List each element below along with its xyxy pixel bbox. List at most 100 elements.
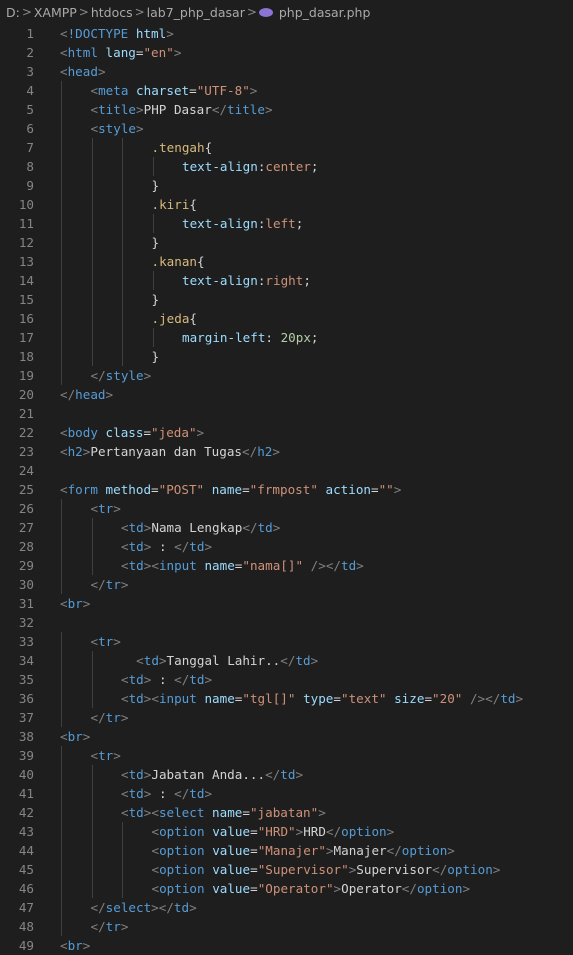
code-line[interactable]: 30 </tr> bbox=[0, 575, 573, 594]
line-number: 48 bbox=[18, 919, 34, 934]
code-text: <head> bbox=[60, 62, 106, 81]
indent-guide bbox=[61, 898, 62, 917]
code-line[interactable]: 45 <option value="Supervisor">Supervisor<… bbox=[0, 860, 573, 879]
code-line[interactable]: 2 <html lang="en"> bbox=[0, 43, 573, 62]
code-text: <h2>Pertanyaan dan Tugas</h2> bbox=[60, 442, 280, 461]
code-token: td bbox=[128, 672, 144, 687]
code-line[interactable]: 44 <option value="Manajer">Manajer</optio… bbox=[0, 841, 573, 860]
code-line[interactable]: 11 text-align:left; bbox=[0, 214, 573, 233]
code-line[interactable]: 16 .jeda{ bbox=[0, 309, 573, 328]
code-line[interactable]: 10 .kiri{ bbox=[0, 195, 573, 214]
code-token: HRD bbox=[303, 824, 326, 839]
code-line[interactable]: 26 <tr> bbox=[0, 499, 573, 518]
code-token: </ bbox=[90, 577, 106, 592]
indent-guide bbox=[61, 309, 62, 328]
code-line[interactable]: 9} bbox=[0, 176, 573, 195]
breadcrumb-folder[interactable]: lab7_php_dasar bbox=[147, 5, 245, 20]
code-line[interactable]: 38 <br> bbox=[0, 727, 573, 746]
code-text: </tr> bbox=[91, 917, 129, 936]
code-line[interactable]: 25 <form method="POST" name="frmpost" act… bbox=[0, 480, 573, 499]
code-token: > bbox=[120, 919, 129, 934]
code-area[interactable]: 1 <!DOCTYPE html> 2 <html lang="en"> 3 <head>… bbox=[0, 24, 573, 955]
indent-guide bbox=[122, 822, 123, 841]
code-line[interactable]: 7 .tengah{ bbox=[0, 138, 573, 157]
code-token: </ bbox=[174, 539, 190, 554]
indent-guide bbox=[122, 841, 123, 860]
code-line[interactable]: 4 <meta charset="UTF-8"> bbox=[0, 81, 573, 100]
code-line[interactable]: 21 bbox=[0, 404, 573, 423]
code-token: option bbox=[341, 824, 387, 839]
code-line[interactable]: 31 <br> bbox=[0, 594, 573, 613]
code-token: { bbox=[197, 254, 205, 269]
code-line[interactable]: 41 <td> : </td> bbox=[0, 784, 573, 803]
line-number: 8 bbox=[26, 159, 34, 174]
code-line[interactable]: 40 <td>Jabatan Anda...</td> bbox=[0, 765, 573, 784]
code-token: .tengah bbox=[151, 140, 205, 155]
code-line[interactable]: 49 <br> bbox=[0, 936, 573, 955]
indent-guide bbox=[122, 860, 123, 879]
code-line[interactable]: 36 <td><input name="tgl[]" type="text" si… bbox=[0, 689, 573, 708]
code-editor[interactable]: D: > XAMPP > htdocs > lab7_php_dasar > p… bbox=[0, 0, 573, 955]
code-line[interactable]: 39 <tr> bbox=[0, 746, 573, 765]
code-token: > bbox=[136, 121, 144, 136]
breadcrumb-drive[interactable]: D: bbox=[6, 5, 20, 20]
line-number: 25 bbox=[18, 482, 34, 497]
breadcrumb-separator-icon: > bbox=[246, 5, 257, 19]
code-text: <td><input name="tgl[]" type="text" size… bbox=[121, 689, 523, 708]
code-line[interactable]: 48 </tr> bbox=[0, 917, 573, 936]
code-line[interactable]: 28 <td> : </td> bbox=[0, 537, 573, 556]
code-line[interactable]: 37 </tr> bbox=[0, 708, 573, 727]
indent-guide bbox=[61, 841, 62, 860]
code-text: <option value="Supervisor">Supervisor</o… bbox=[152, 860, 501, 879]
line-number: 34 bbox=[18, 653, 34, 668]
code-token: } bbox=[151, 235, 160, 250]
code-line[interactable]: 32 bbox=[0, 613, 573, 632]
code-token: > bbox=[272, 444, 280, 459]
breadcrumb-separator-icon: > bbox=[78, 5, 89, 19]
code-line[interactable]: 29 <td><input name="nama[]" /></td> bbox=[0, 556, 573, 575]
indent-guide bbox=[61, 233, 62, 252]
code-line[interactable]: 47 </select></td> bbox=[0, 898, 573, 917]
code-line[interactable]: 14 text-align:right; bbox=[0, 271, 573, 290]
breadcrumb-file[interactable]: php_dasar.php bbox=[279, 5, 371, 20]
code-line[interactable]: 23 <h2>Pertanyaan dan Tugas</h2> bbox=[0, 442, 573, 461]
indent-guide bbox=[91, 214, 93, 233]
code-line[interactable]: 18} bbox=[0, 347, 573, 366]
code-line[interactable]: 24 bbox=[0, 461, 573, 480]
code-line[interactable]: 27 <td>Nama Lengkap</td> bbox=[0, 518, 573, 537]
indent-guide bbox=[91, 670, 93, 689]
indent-guide bbox=[61, 499, 62, 518]
code-line[interactable]: 12} bbox=[0, 233, 573, 252]
code-line[interactable]: 34 <td>Tanggal Lahir..</td> bbox=[0, 651, 573, 670]
code-line[interactable]: 20 </head> bbox=[0, 385, 573, 404]
code-line[interactable]: 33 <tr> bbox=[0, 632, 573, 651]
code-token: </ bbox=[432, 862, 448, 877]
breadcrumb-htdocs[interactable]: htdocs bbox=[91, 5, 133, 20]
code-line[interactable]: 22 <body class="jeda"> bbox=[0, 423, 573, 442]
code-token: br bbox=[67, 596, 83, 611]
code-token: br bbox=[67, 938, 83, 953]
code-line[interactable]: 15} bbox=[0, 290, 573, 309]
code-line[interactable]: 17 margin-left: 20px; bbox=[0, 328, 573, 347]
code-line[interactable]: 46 <option value="Operator">Operator</opt… bbox=[0, 879, 573, 898]
code-line[interactable]: 6 <style> bbox=[0, 119, 573, 138]
code-token: > bbox=[492, 862, 501, 877]
indent-guide bbox=[61, 157, 62, 176]
code-line[interactable]: 3 <head> bbox=[0, 62, 573, 81]
code-line[interactable]: 13 .kanan{ bbox=[0, 252, 573, 271]
code-line[interactable]: 1 <!DOCTYPE html> bbox=[0, 24, 573, 43]
code-line[interactable]: 5 <title>PHP Dasar</title> bbox=[0, 100, 573, 119]
code-line[interactable]: 42 <td><select name="jabatan"> bbox=[0, 803, 573, 822]
code-line[interactable]: 19 </style> bbox=[0, 366, 573, 385]
breadcrumb-xampp[interactable]: XAMPP bbox=[34, 5, 77, 20]
indent-guide bbox=[91, 157, 93, 176]
code-token: > bbox=[189, 900, 197, 915]
indent-guide bbox=[61, 81, 62, 100]
code-line[interactable]: 35 <td> : </td> bbox=[0, 670, 573, 689]
code-line[interactable]: 8 text-align:center; bbox=[0, 157, 573, 176]
code-token: > bbox=[386, 824, 395, 839]
code-token: </ bbox=[60, 387, 76, 402]
indent-guide bbox=[61, 670, 62, 689]
code-line[interactable]: 43 <option value="HRD">HRD</option> bbox=[0, 822, 573, 841]
